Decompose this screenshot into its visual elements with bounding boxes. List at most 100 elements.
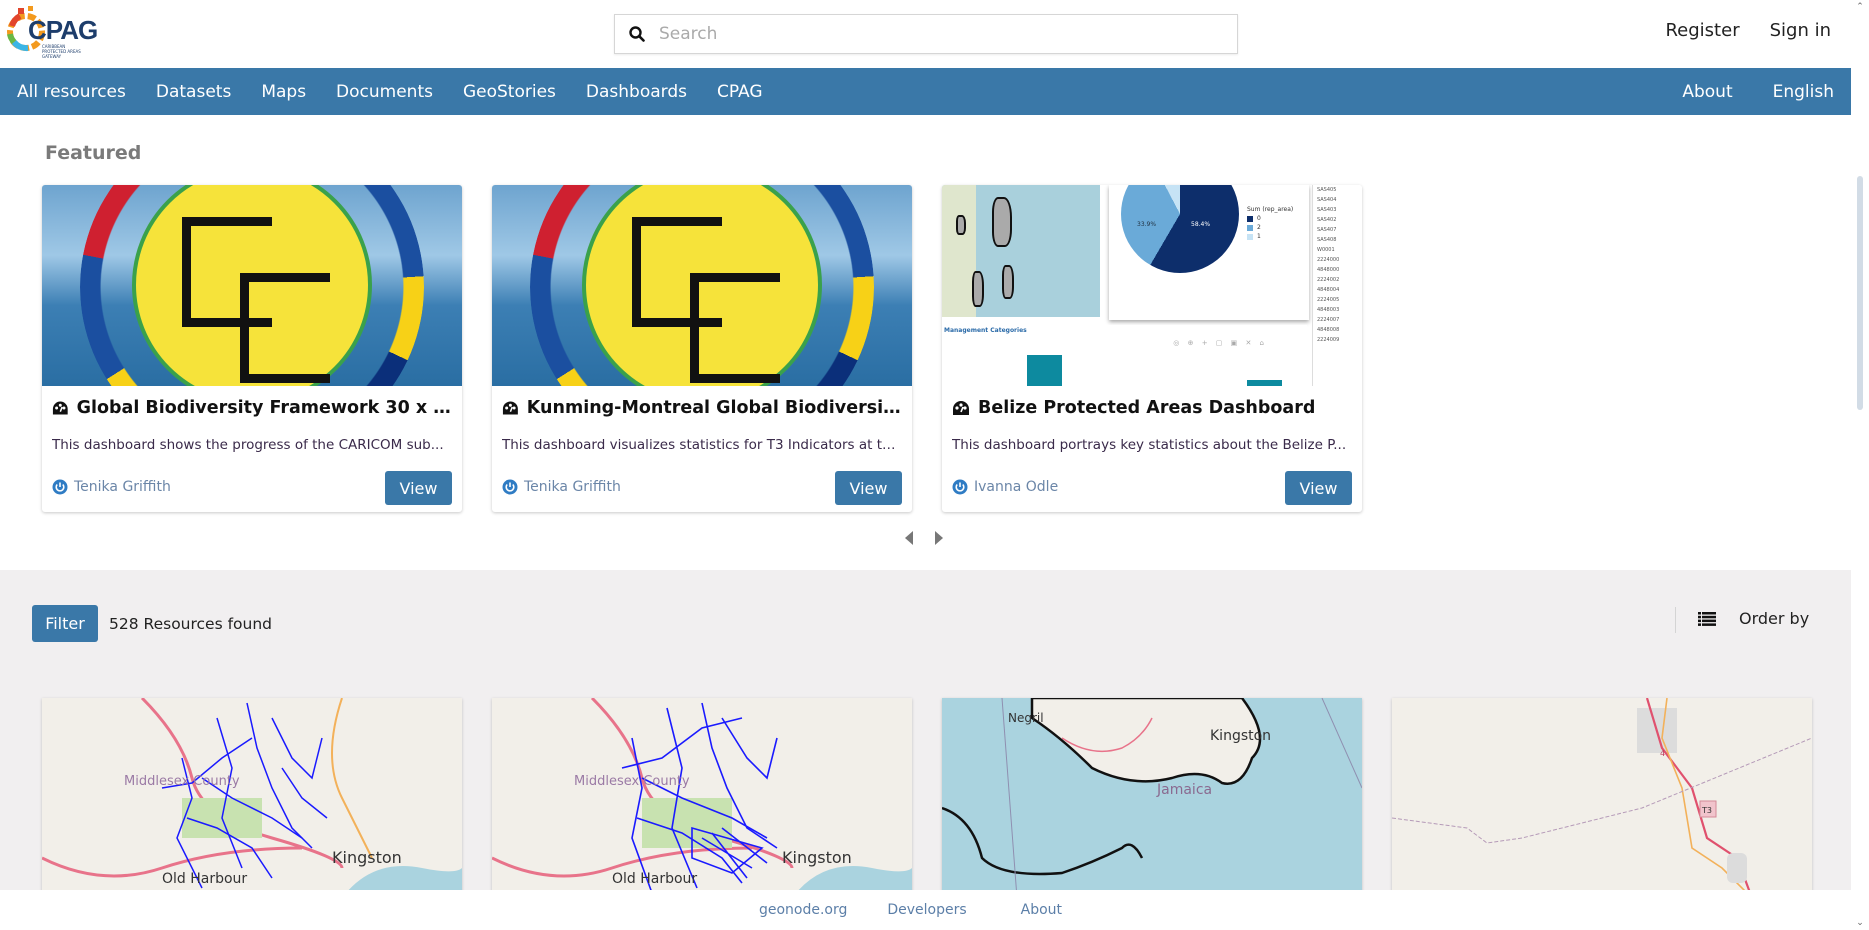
top-header: CPAG CARIBBEAN PROTECTED AREAS GATEWAY R… <box>0 0 1851 68</box>
map-label: Middlesex County <box>124 774 240 789</box>
owner-name: Tenika Griffith <box>74 479 171 495</box>
legend-title: Sum (rep_area) <box>1247 206 1294 213</box>
dashboard-map-preview <box>942 185 1100 317</box>
scroll-up-icon[interactable]: ⌃ <box>1855 2 1865 12</box>
map-label: Kingston <box>782 848 852 867</box>
bar <box>1247 380 1282 386</box>
list-view-icon[interactable] <box>1698 612 1716 626</box>
page-scrollbar[interactable]: ⌃ ⌄ <box>1851 0 1869 930</box>
user-power-icon <box>502 479 518 495</box>
footer-geonode-link[interactable]: geonode.org <box>759 902 847 918</box>
card-owner[interactable]: Tenika Griffith <box>52 479 171 495</box>
toolbar-divider <box>1675 607 1676 633</box>
search-input[interactable] <box>659 24 1237 44</box>
logo-text: CPAG <box>28 15 98 45</box>
nav-maps[interactable]: Maps <box>261 82 306 102</box>
pie-legend: Sum (rep_area) 0 2 1 <box>1247 205 1293 241</box>
legend-item: 1 <box>1247 232 1293 241</box>
card-thumbnail[interactable]: 58.4% 33.9% Sum (rep_area) 0 2 1 SAS405 S… <box>942 185 1362 386</box>
filter-button[interactable]: Filter <box>32 605 98 642</box>
card-description: This dashboard shows the progress of the… <box>52 437 444 453</box>
dashboard-icon <box>52 401 68 415</box>
nav-geostories[interactable]: GeoStories <box>463 82 556 102</box>
owner-name: Ivanna Odle <box>974 479 1059 495</box>
scrollbar-thumb[interactable] <box>1857 176 1863 410</box>
map-label: Kingston <box>332 848 402 867</box>
view-button[interactable]: View <box>835 471 902 505</box>
dashboard-icon <box>502 401 518 415</box>
card-title[interactable]: Kunming-Montreal Global Biodiversity ... <box>502 398 902 418</box>
dashboard-table-preview: SAS405 SAS404 SAS403 SAS402 SAS407 SAS408 W000… <box>1312 185 1362 386</box>
main-navbar: All resources Datasets Maps Documents Ge… <box>0 68 1851 115</box>
sign-in-link[interactable]: Sign in <box>1770 20 1831 41</box>
view-button[interactable]: View <box>385 471 452 505</box>
map-label: Negril <box>1008 711 1044 725</box>
map-label: Jamaica <box>1156 782 1212 798</box>
emblem-letter-c <box>690 273 780 383</box>
nav-cpag[interactable]: CPAG <box>717 82 763 102</box>
nav-left: All resources Datasets Maps Documents Ge… <box>17 82 763 102</box>
legend-item: 2 <box>1247 223 1293 232</box>
carousel-next-icon[interactable] <box>935 531 943 545</box>
footer-about-link[interactable]: About <box>1021 902 1062 918</box>
user-power-icon <box>952 479 968 495</box>
bar <box>1027 355 1062 386</box>
pie-chart <box>1121 185 1239 273</box>
card-title[interactable]: Global Biodiversity Framework 30 x 30 ..… <box>52 398 452 418</box>
resource-card[interactable]: Middlesex County Kingston Old Harbour <box>492 698 912 898</box>
card-title-text: Global Biodiversity Framework 30 x 30 ..… <box>76 398 452 418</box>
map-label: Old Harbour <box>162 871 247 887</box>
resources-section: Filter 528 Resources found Order by Midd… <box>0 570 1851 898</box>
search-icon[interactable] <box>615 26 659 42</box>
card-title[interactable]: Belize Protected Areas Dashboard <box>952 398 1352 418</box>
resource-card[interactable]: Negril Kingston Jamaica <box>942 698 1362 898</box>
view-button[interactable]: View <box>1285 471 1352 505</box>
nav-dashboards[interactable]: Dashboards <box>586 82 687 102</box>
route-shield: T3 <box>1701 806 1712 815</box>
map-label: Old Harbour <box>612 871 697 887</box>
user-power-icon <box>52 479 68 495</box>
scroll-down-icon[interactable]: ⌄ <box>1855 918 1865 928</box>
language-selector[interactable]: English <box>1773 82 1834 102</box>
map-label: Middlesex County <box>574 774 690 789</box>
order-by-dropdown[interactable]: Order by <box>1739 609 1809 628</box>
map-thumbnail: T3 4 <box>1392 698 1812 898</box>
cpag-logo[interactable]: CPAG CARIBBEAN PROTECTED AREAS GATEWAY <box>6 6 98 60</box>
search-bar[interactable] <box>614 14 1238 54</box>
resource-card[interactable]: T3 4 <box>1392 698 1812 898</box>
featured-card[interactable]: 58.4% 33.9% Sum (rep_area) 0 2 1 SAS405 S… <box>942 185 1362 512</box>
owner-name: Tenika Griffith <box>524 479 621 495</box>
nav-about[interactable]: About <box>1682 82 1732 102</box>
featured-card[interactable]: Kunming-Montreal Global Biodiversity ...… <box>492 185 912 512</box>
nav-all-resources[interactable]: All resources <box>17 82 126 102</box>
card-owner[interactable]: Ivanna Odle <box>952 479 1058 495</box>
pie-label: 58.4% <box>1191 221 1211 228</box>
logo-subtitle: CARIBBEAN PROTECTED AREAS GATEWAY <box>42 44 81 59</box>
footer: geonode.org Developers About <box>0 890 1851 930</box>
nav-right: About English <box>1682 82 1834 102</box>
emblem-letter-c <box>240 273 330 383</box>
resource-card[interactable]: Middlesex County Kingston Old Harbour <box>42 698 462 898</box>
carousel-prev-icon[interactable] <box>905 531 913 545</box>
featured-heading: Featured <box>45 142 142 164</box>
card-title-text: Kunming-Montreal Global Biodiversity ... <box>526 398 902 418</box>
nav-datasets[interactable]: Datasets <box>156 82 231 102</box>
nav-documents[interactable]: Documents <box>336 82 433 102</box>
dashboard-bar-preview: Management Categories ◎ ⊕ + ▢ ▣ ✕ ⌂ <box>942 325 1307 386</box>
card-description: This dashboard visualizes statistics for… <box>502 437 902 453</box>
footer-developers-link[interactable]: Developers <box>887 902 966 918</box>
register-link[interactable]: Register <box>1665 20 1739 41</box>
card-title-text: Belize Protected Areas Dashboard <box>978 398 1316 418</box>
card-thumbnail[interactable] <box>492 185 912 386</box>
card-description: This dashboard portrays key statistics a… <box>952 437 1347 453</box>
dashboard-icon <box>953 401 969 415</box>
map-label: Kingston <box>1210 728 1271 744</box>
map-thumbnail: Middlesex County Kingston Old Harbour <box>492 698 912 898</box>
legend-item: 0 <box>1247 214 1293 223</box>
map-thumbnail: Negril Kingston Jamaica <box>942 698 1362 898</box>
card-thumbnail[interactable] <box>42 185 462 386</box>
map-label: 4 <box>1660 749 1665 758</box>
featured-card[interactable]: Global Biodiversity Framework 30 x 30 ..… <box>42 185 462 512</box>
auth-links: Register Sign in <box>1665 20 1831 41</box>
card-owner[interactable]: Tenika Griffith <box>502 479 621 495</box>
